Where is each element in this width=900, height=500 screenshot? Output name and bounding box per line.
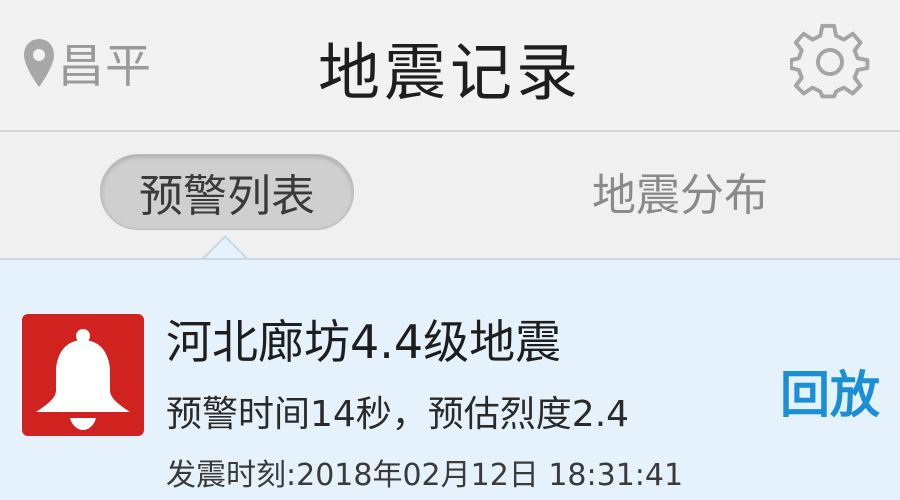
list-item[interactable]: 河北廊坊4.4级地震 预警时间14秒，预估烈度2.4 发震时刻:2018年02月… bbox=[0, 260, 900, 500]
earthquake-app: 昌平 地震记录 预警列表 地震分布 河北廊坊4.4级地震 预警时间14秒，预估烈… bbox=[0, 0, 900, 500]
replay-button[interactable]: 回放 bbox=[780, 355, 880, 427]
page-title: 地震记录 bbox=[317, 36, 582, 109]
alert-badge bbox=[22, 314, 144, 436]
tab-earthquake-distribution[interactable]: 地震分布 bbox=[550, 154, 810, 228]
bell-icon bbox=[36, 329, 130, 430]
tab-label: 地震分布 bbox=[592, 170, 768, 221]
warning-details: 预警时间14秒，预估烈度2.4 bbox=[166, 394, 630, 435]
warning-list: 河北廊坊4.4级地震 预警时间14秒，预估烈度2.4 发震时刻:2018年02月… bbox=[0, 258, 900, 500]
tab-bar: 预警列表 地震分布 bbox=[0, 132, 900, 260]
tab-pointer bbox=[203, 238, 247, 260]
tab-label: 预警列表 bbox=[139, 171, 315, 222]
occurrence-time: 发震时刻:2018年02月12日 18:31:41 bbox=[166, 458, 684, 493]
gear-icon[interactable] bbox=[790, 22, 870, 102]
tab-warning-list[interactable]: 预警列表 bbox=[100, 154, 354, 230]
earthquake-title: 河北廊坊4.4级地震 bbox=[166, 315, 562, 369]
top-bar: 昌平 地震记录 bbox=[0, 0, 900, 132]
